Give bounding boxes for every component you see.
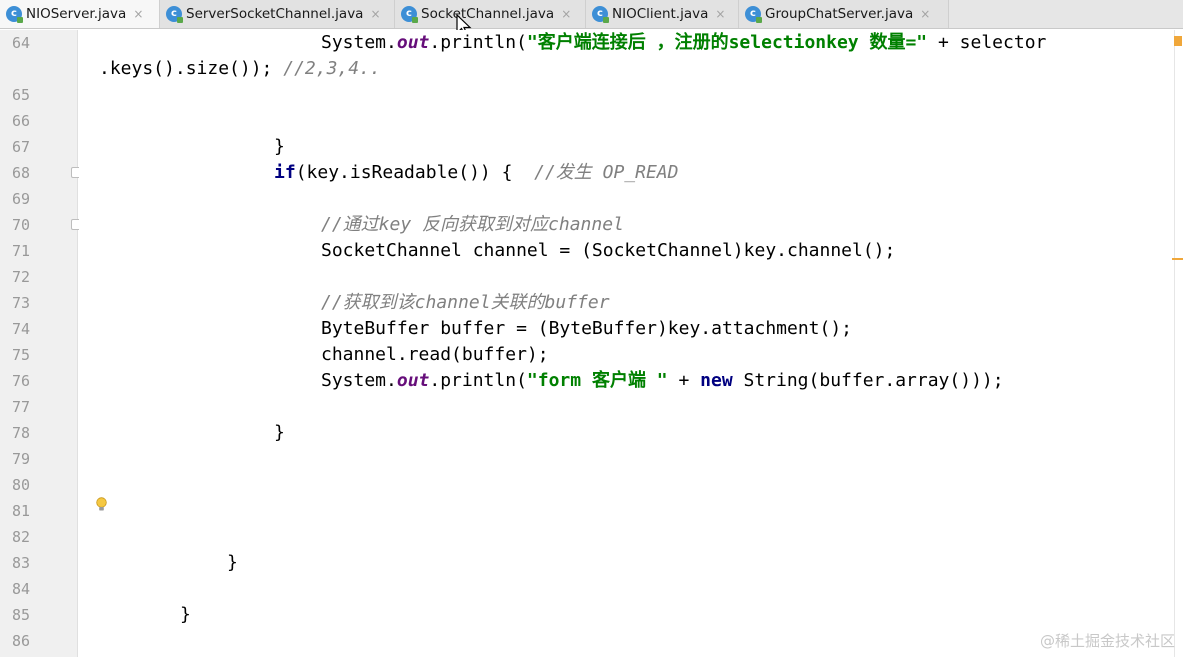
line-number: 86 — [11, 632, 30, 650]
tab-label: NIOServer.java — [26, 5, 127, 22]
tab-groupchatserver[interactable]: c GroupChatServer.java × — [739, 0, 949, 28]
tab-nioclient[interactable]: c NIOClient.java × — [586, 0, 739, 28]
editor-tab-bar: c NIOServer.java × c ServerSocketChannel… — [0, 0, 1183, 29]
tab-serversocketchannel[interactable]: c ServerSocketChannel.java × — [160, 0, 395, 28]
line-number: 81 — [11, 502, 30, 520]
close-icon[interactable]: × — [133, 7, 143, 21]
code-line-85: } — [180, 604, 191, 625]
code-line-64: System.out.println("客户端连接后 ，注册的selection… — [321, 32, 1047, 53]
line-number: 78 — [11, 424, 30, 442]
line-number: 69 — [11, 190, 30, 208]
editor-right-margin — [1174, 30, 1175, 657]
line-number: 67 — [11, 138, 30, 156]
code-line-74: ByteBuffer buffer = (ByteBuffer)key.atta… — [321, 318, 853, 339]
code-line-67: } — [274, 136, 285, 157]
scrollbar-warning-marker[interactable] — [1174, 36, 1182, 46]
tab-socketchannel[interactable]: c SocketChannel.java × — [395, 0, 586, 28]
line-number: 66 — [11, 112, 30, 130]
line-number: 83 — [11, 554, 30, 572]
tab-nioserver[interactable]: c NIOServer.java × — [0, 0, 160, 28]
close-icon[interactable]: × — [370, 7, 380, 21]
java-class-icon: c — [6, 5, 23, 23]
code-editor[interactable]: System.out.println("客户端连接后 ，注册的selection… — [79, 30, 1183, 657]
line-number: 75 — [11, 346, 30, 364]
line-number: 79 — [11, 450, 30, 468]
code-line-68: if(key.isReadable()) { //发生 OP_READ — [274, 162, 679, 183]
line-number: 80 — [11, 476, 30, 494]
watermark-text: @稀土掘金技术社区 — [1039, 632, 1175, 650]
code-line-80: //手动从集合中移动当前的selectionKey, 防止重复操作 — [274, 474, 754, 495]
code-line-78: } — [274, 422, 285, 443]
line-number: 82 — [11, 528, 30, 546]
tab-label: GroupChatServer.java — [765, 5, 914, 22]
java-class-icon: c — [745, 5, 762, 23]
line-number: 64 — [11, 34, 30, 52]
tab-label: NIOClient.java — [612, 5, 709, 22]
line-number: 85 — [11, 606, 30, 624]
code-line-75: channel.read(buffer); — [321, 344, 549, 365]
code-line-83: } — [227, 552, 238, 573]
lightbulb-icon[interactable] — [95, 497, 108, 512]
code-line-76: System.out.println("form 客户端 " + new Str… — [321, 370, 1004, 391]
line-number: 72 — [11, 268, 30, 286]
line-number: 74 — [11, 320, 30, 338]
code-line-71: SocketChannel channel = (SocketChannel)k… — [321, 240, 896, 261]
line-number: 71 — [11, 242, 30, 260]
line-number: 65 — [11, 86, 30, 104]
code-line-70: //通过key 反向获取到对应channel — [321, 214, 624, 235]
close-icon[interactable]: × — [920, 7, 930, 21]
line-number-gutter: 64 65 66 67 68 69 70 71 72 73 74 75 76 7… — [0, 30, 78, 657]
line-number: 77 — [11, 398, 30, 416]
tab-label: SocketChannel.java — [421, 5, 555, 22]
close-icon[interactable]: × — [561, 7, 571, 21]
line-number: 84 — [11, 580, 30, 598]
line-number: 70 — [11, 216, 30, 234]
code-line-64-wrap: .keys().size()); //2,3,4.. — [99, 58, 381, 79]
java-class-icon: c — [166, 5, 183, 23]
line-number: 76 — [11, 372, 30, 390]
java-class-icon: c — [401, 5, 418, 23]
tab-label: ServerSocketChannel.java — [186, 5, 364, 22]
code-line-81: keyIterator.remove(); — [274, 500, 502, 521]
scrollbar-warning-marker[interactable] — [1172, 258, 1183, 260]
code-line-73: //获取到该channel关联的buffer — [321, 292, 610, 313]
close-icon[interactable]: × — [715, 7, 725, 21]
line-number: 73 — [11, 294, 30, 312]
line-number: 68 — [11, 164, 30, 182]
java-class-icon: c — [592, 5, 609, 23]
